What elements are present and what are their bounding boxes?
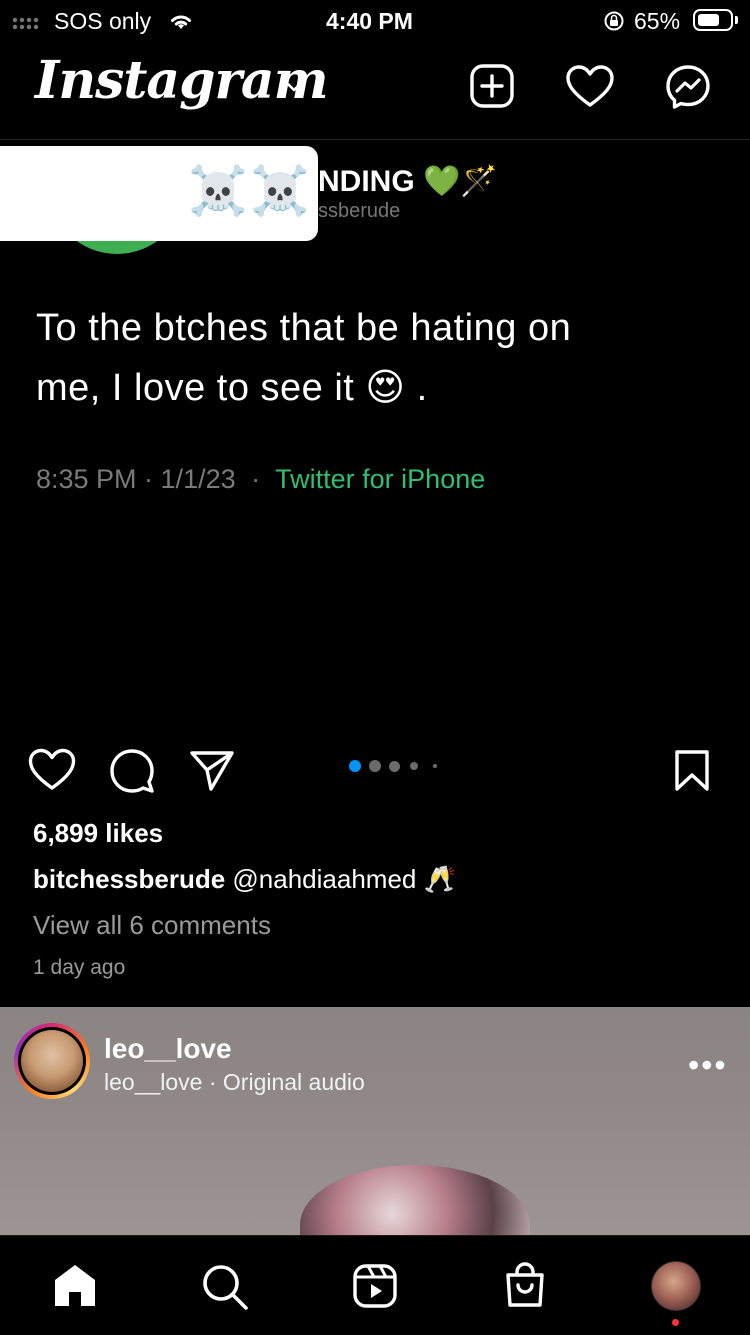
shop-icon[interactable] [503,1261,547,1309]
carousel-dot [433,764,437,768]
chevron-down-icon[interactable] [283,78,305,94]
search-icon[interactable] [200,1262,250,1312]
home-icon[interactable] [51,1262,99,1308]
story-ring[interactable] [14,1023,90,1099]
tweet-separator: · [251,464,261,494]
reels-icon[interactable] [352,1263,398,1309]
view-comments-link[interactable]: View all 6 comments [33,910,271,941]
carrier-label: SOS only [54,8,152,34]
reel-video-frame [300,1165,530,1235]
carousel-dot [410,762,418,770]
bookmark-icon[interactable] [673,749,711,793]
battery-percent: 65% [634,8,681,34]
post-username[interactable]: leo__love [104,1033,232,1065]
bottom-nav [0,1235,750,1335]
carousel-dot [369,760,381,772]
carousel-dot [389,760,400,772]
post2-reel[interactable]: leo__love leo__love · Original audio ••• [0,1007,750,1235]
share-icon[interactable] [189,750,235,792]
avatar[interactable] [21,1030,83,1092]
tweet-timestamp: 8:35 PM · 1/1/23 [36,464,236,494]
like-heart-icon[interactable] [28,748,76,792]
emoji-sticker-text: 😂😂😂☠️☠️ [14,165,312,218]
status-bar: SOS only 4:40 PM 65% [0,0,750,44]
more-options-icon[interactable]: ••• [688,1047,728,1084]
tweet-handle: ssberude [318,200,401,222]
battery-tip [735,16,738,24]
audio-label[interactable]: leo__love · Original audio [104,1069,365,1096]
tweet-meta: 8:35 PM · 1/1/23 · Twitter for iPhone [36,464,485,495]
caption-username[interactable]: bitchessberude [33,864,225,894]
notification-dot [672,1319,679,1326]
carousel-dot [349,760,361,772]
tweet-source: Twitter for iPhone [275,464,486,494]
new-post-icon[interactable] [469,63,515,109]
wifi-icon [171,15,191,29]
messenger-icon[interactable] [664,63,712,111]
like-count[interactable]: 6,899 likes [33,818,163,849]
tweet-text-line2: me, I love to see it 😍 . [36,367,428,409]
profile-avatar[interactable] [651,1261,701,1311]
tweet-display-name: NDING 💚🪄 [318,165,498,198]
tweet-text-line1: To the btches that be hating on [36,307,572,349]
post-timestamp: 1 day ago [33,956,126,979]
clock: 4:40 PM [326,8,413,34]
heart-icon[interactable] [565,64,615,110]
orientation-lock-icon [604,11,624,31]
post-caption: bitchessberude @nahdiaahmed 🥂 [33,864,456,895]
comment-icon[interactable] [109,748,155,794]
battery-icon [693,9,733,31]
caption-text[interactable]: @nahdiaahmed 🥂 [232,864,456,894]
signal-icon [12,17,39,30]
app-header: Instagram [0,44,750,140]
